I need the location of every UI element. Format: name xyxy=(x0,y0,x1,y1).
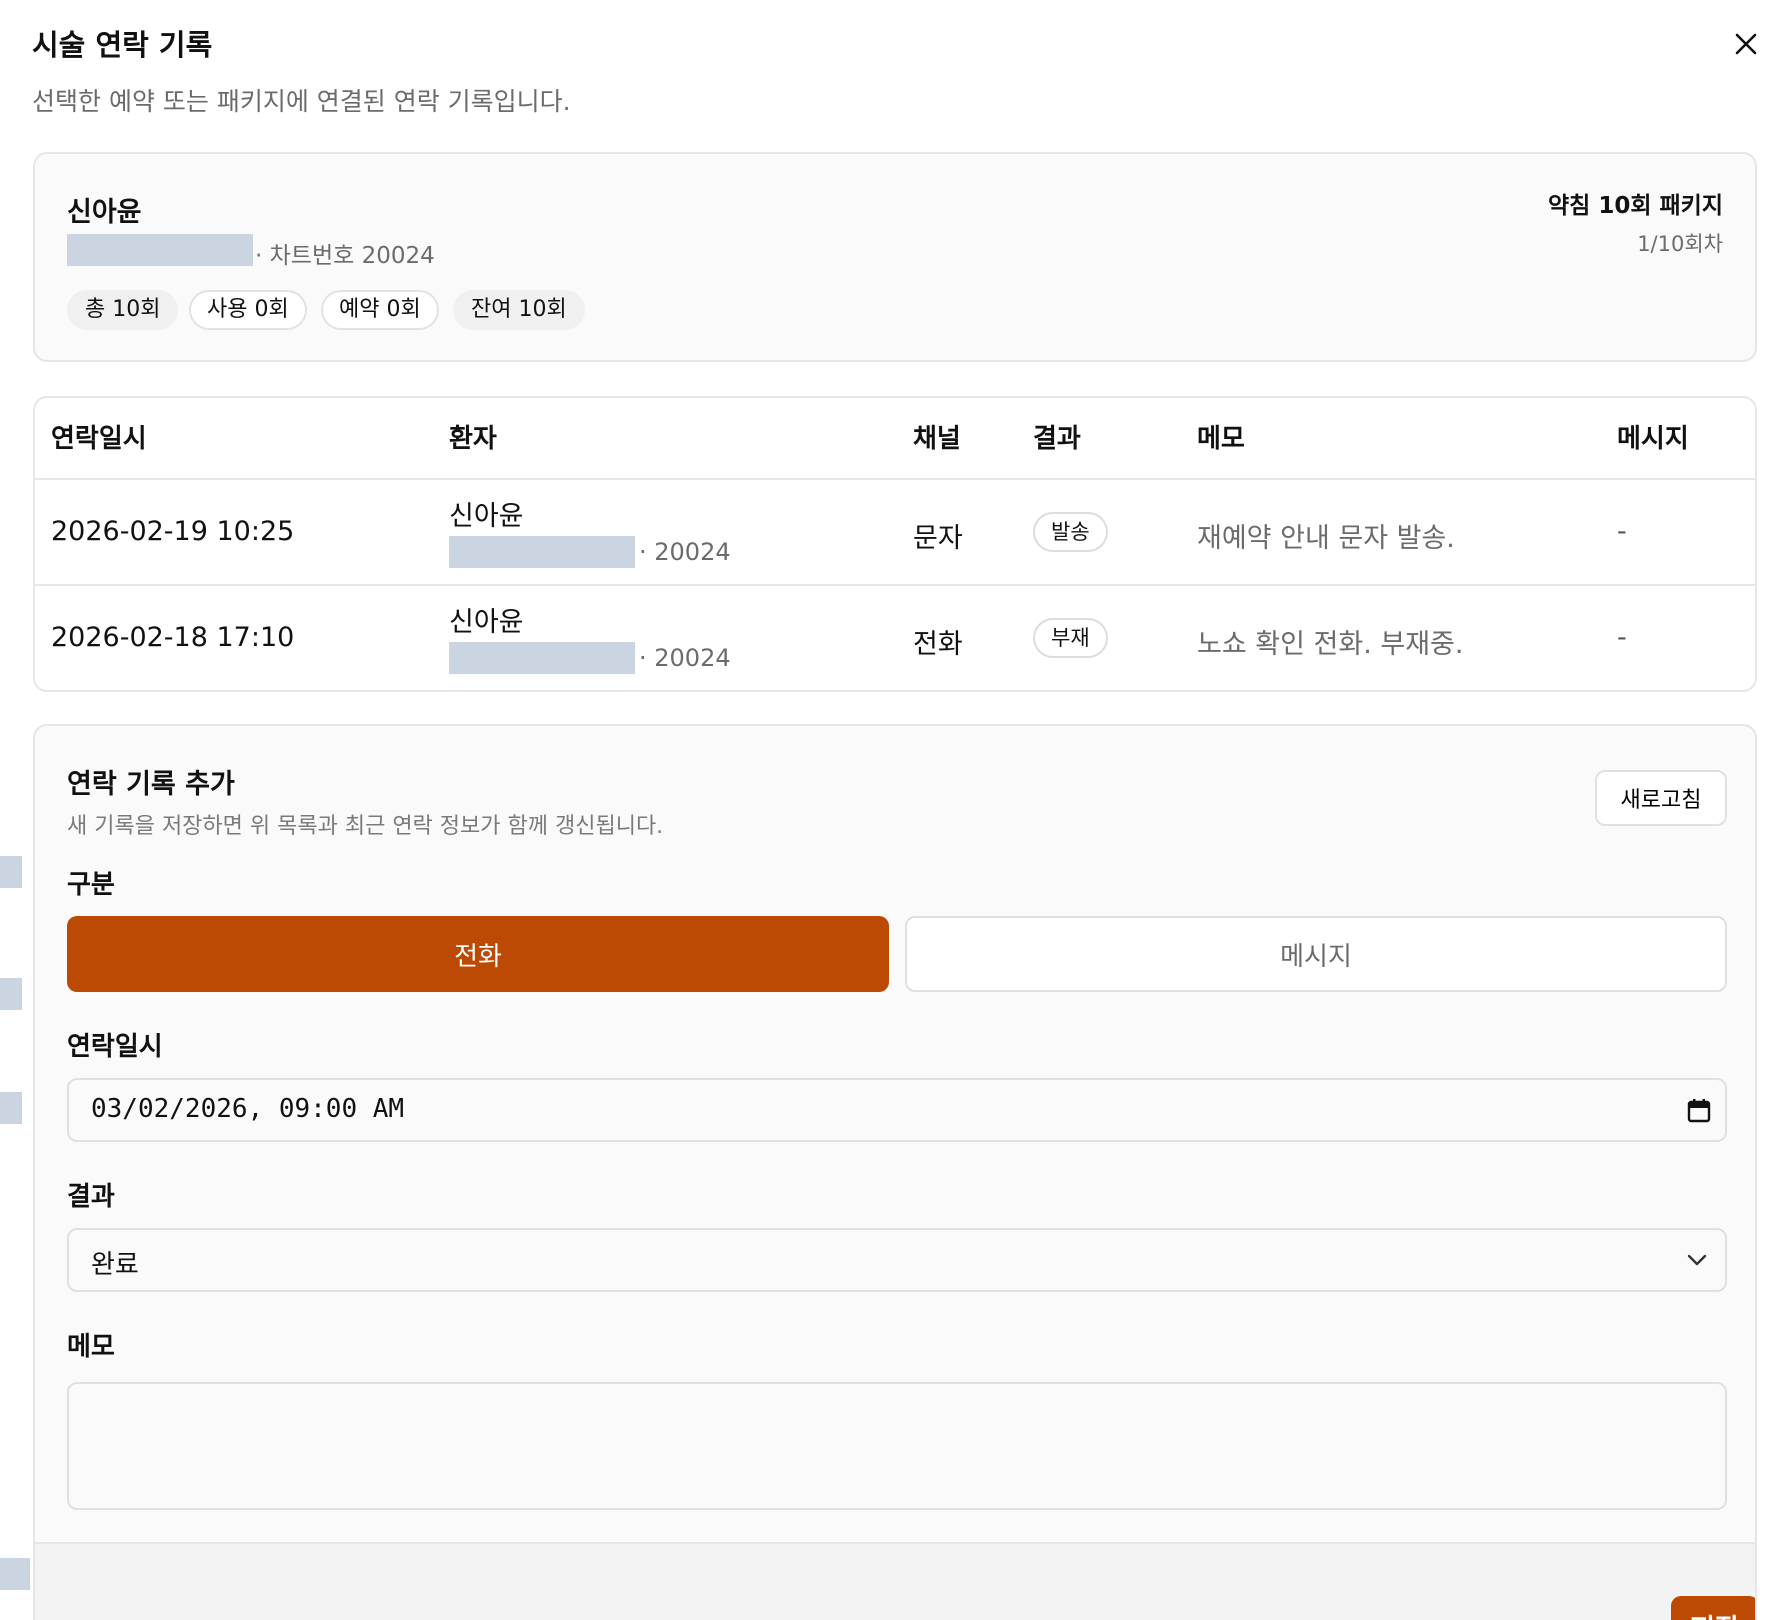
row-datetime: 2026-02-19 10:25 xyxy=(51,516,295,547)
background-block xyxy=(0,856,22,888)
memo-label: 메모 xyxy=(67,1332,115,1362)
form-footer: 저장 xyxy=(35,1542,1755,1620)
redacted-phone xyxy=(449,536,635,568)
col-header-channel: 채널 xyxy=(913,424,961,454)
row-divider xyxy=(35,584,1755,586)
chart-number: · 차트번호 20024 xyxy=(255,243,435,269)
patient-summary-card: 신아윤 · 차트번호 20024 약침 10회 패키지 1/10회차 총 10회… xyxy=(33,152,1757,362)
datetime-value: 03/02/2026, 09:00 AM xyxy=(91,1094,405,1124)
row-patient-name: 신아윤 xyxy=(449,607,524,638)
close-button[interactable] xyxy=(1726,24,1766,64)
form-description: 새 기록을 저장하면 위 목록과 최근 연락 정보가 함께 갱신됩니다. xyxy=(67,814,664,839)
form-title: 연락 기록 추가 xyxy=(67,769,235,800)
dialog-title: 시술 연락 기록 xyxy=(32,28,213,62)
patient-name: 신아윤 xyxy=(67,197,142,228)
background-block xyxy=(0,1558,30,1590)
background-block xyxy=(0,978,22,1010)
col-header-result: 결과 xyxy=(1033,424,1081,454)
close-icon xyxy=(1735,33,1757,55)
redacted-phone xyxy=(449,642,635,674)
chip-reserved: 예약 0회 xyxy=(321,290,439,330)
chip-remaining: 잔여 10회 xyxy=(453,290,585,330)
type-label: 구분 xyxy=(67,870,115,900)
package-round: 1/10회차 xyxy=(1637,232,1723,256)
row-memo: 노쇼 확인 전화. 부재중. xyxy=(1197,629,1464,660)
row-channel: 전화 xyxy=(913,629,963,660)
memo-textarea[interactable] xyxy=(67,1382,1727,1510)
chip-total: 총 10회 xyxy=(67,290,179,330)
dialog-subtitle: 선택한 예약 또는 패키지에 연결된 연락 기록입니다. xyxy=(32,87,571,116)
row-message: - xyxy=(1617,622,1627,653)
result-badge: 부재 xyxy=(1033,618,1108,658)
row-memo: 재예약 안내 문자 발송. xyxy=(1197,523,1455,554)
col-header-message: 메시지 xyxy=(1617,424,1689,454)
row-channel: 문자 xyxy=(913,523,963,554)
header-divider xyxy=(35,478,1755,480)
add-record-form: 연락 기록 추가 새 기록을 저장하면 위 목록과 최근 연락 정보가 함께 갱… xyxy=(33,724,1757,1620)
type-option-message[interactable]: 메시지 xyxy=(905,916,1727,992)
result-label: 결과 xyxy=(67,1182,115,1212)
datetime-field[interactable]: 03/02/2026, 09:00 AM xyxy=(67,1078,1727,1142)
redacted-phone xyxy=(67,234,253,266)
type-option-phone[interactable]: 전화 xyxy=(67,916,889,992)
calendar-icon[interactable] xyxy=(1687,1098,1711,1124)
refresh-button[interactable]: 새로고침 xyxy=(1595,770,1727,826)
col-header-patient: 환자 xyxy=(449,424,497,454)
chip-used: 사용 0회 xyxy=(189,290,307,330)
result-select-value: 완료 xyxy=(91,1250,139,1280)
row-chart-number: · 20024 xyxy=(639,538,731,566)
result-select[interactable]: 완료 xyxy=(67,1228,1727,1292)
chevron-down-icon xyxy=(1687,1254,1707,1266)
package-name: 약침 10회 패키지 xyxy=(1548,193,1723,219)
result-badge: 발송 xyxy=(1033,512,1108,552)
row-chart-number: · 20024 xyxy=(639,644,731,672)
row-message: - xyxy=(1617,516,1627,547)
save-button[interactable]: 저장 xyxy=(1671,1596,1755,1620)
col-header-memo: 메모 xyxy=(1197,424,1245,454)
row-datetime: 2026-02-18 17:10 xyxy=(51,622,295,653)
contact-record-dialog: 시술 연락 기록 선택한 예약 또는 패키지에 연결된 연락 기록입니다. 신아… xyxy=(0,0,1792,1620)
row-patient-name: 신아윤 xyxy=(449,501,524,532)
datetime-label: 연락일시 xyxy=(67,1032,163,1062)
contact-records-table: 연락일시 환자 채널 결과 메모 메시지 2026-02-19 10:25 신아… xyxy=(33,396,1757,692)
col-header-datetime: 연락일시 xyxy=(51,424,147,454)
background-block xyxy=(0,1092,22,1124)
